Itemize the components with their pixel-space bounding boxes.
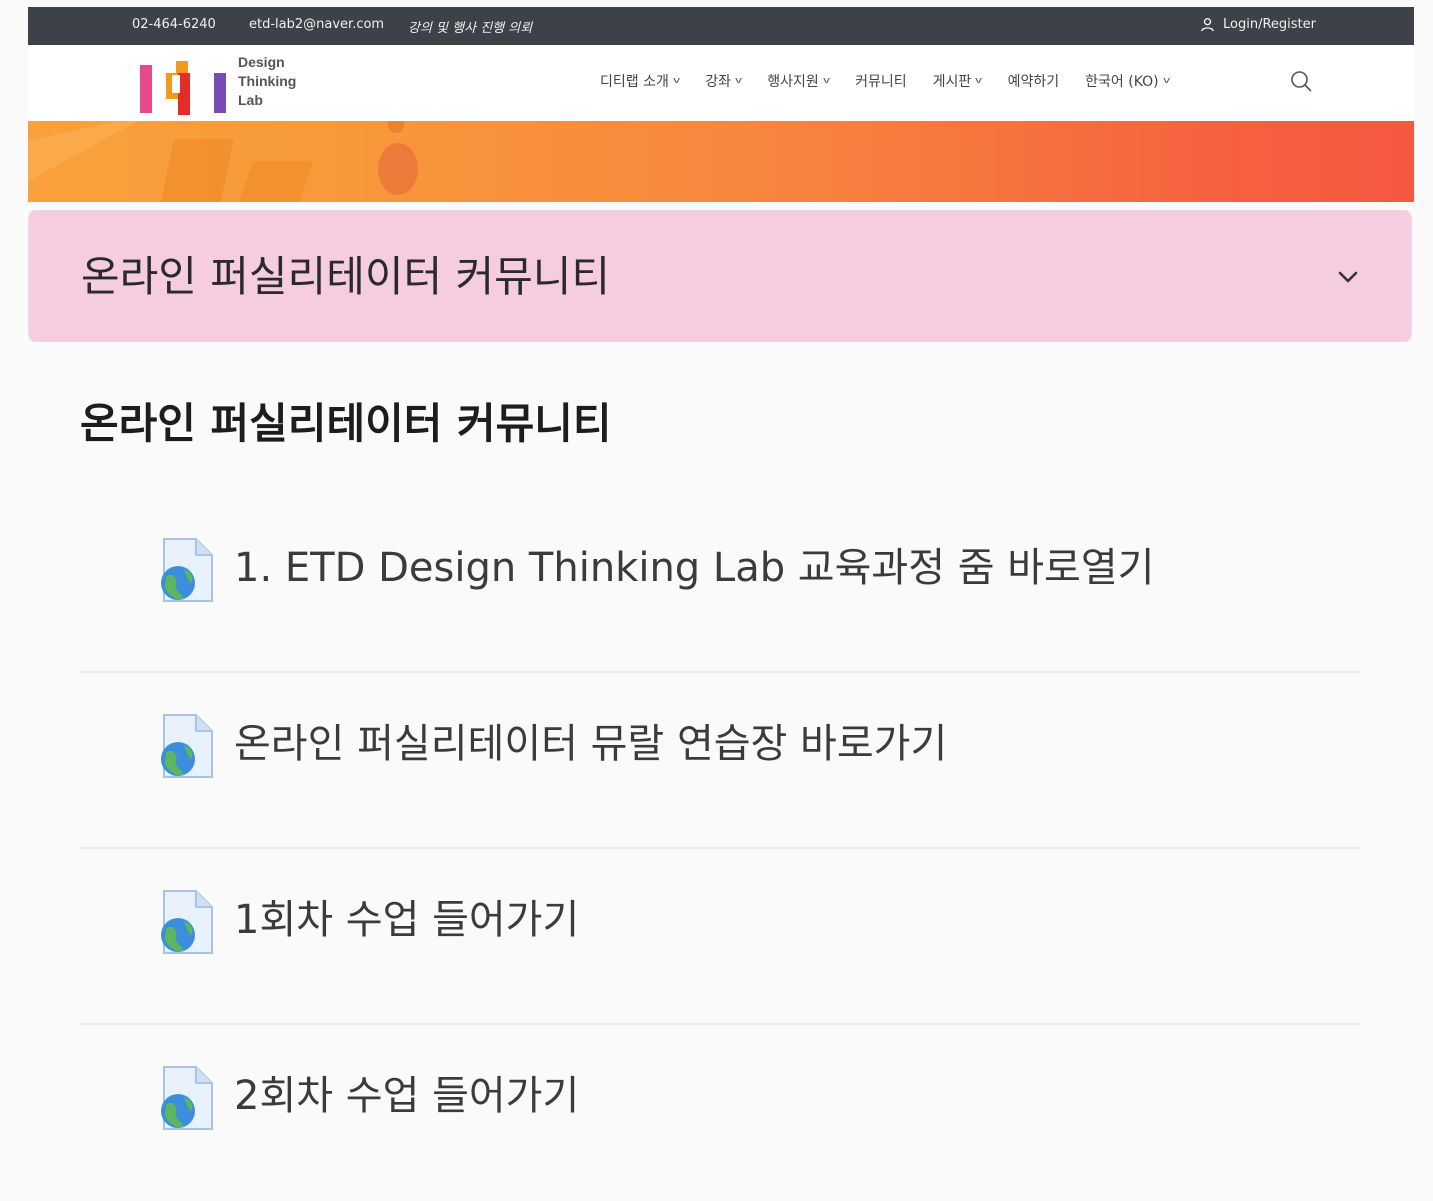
- logo-line-lab: Lab: [238, 92, 263, 108]
- request-link[interactable]: 강의 및 행사 진행 의뢰: [408, 17, 532, 36]
- activity-link[interactable]: 1. ETD Design Thinking Lab 교육과정 줌 바로열기: [234, 535, 1154, 593]
- banner-illustration: [28, 121, 418, 202]
- activity-item[interactable]: 1. ETD Design Thinking Lab 교육과정 줌 바로열기: [80, 497, 1360, 673]
- chevron-down-icon: v: [672, 76, 681, 86]
- nav-item-events[interactable]: 행사지원 v: [767, 71, 831, 91]
- user-icon: [1201, 17, 1214, 32]
- logo-mark: [140, 53, 232, 115]
- site-logo[interactable]: Design Thinking Lab: [140, 53, 296, 115]
- site-header: Design Thinking Lab 디티랩 소개 v 강좌 v 행사지원 v…: [28, 45, 1414, 121]
- nav-item-about[interactable]: 디티랩 소개 v: [600, 71, 681, 91]
- section-title: 온라인 퍼실리테이터 커뮤니티: [81, 252, 611, 301]
- phone-number: 02-464-6240: [132, 17, 216, 32]
- logo-line-design: Design: [238, 54, 285, 70]
- nav-item-label: 게시판: [932, 74, 972, 90]
- activity-item[interactable]: 1회차 수업 들어가기: [80, 849, 1360, 1025]
- activity-list: 1. ETD Design Thinking Lab 교육과정 줌 바로열기 온…: [80, 497, 1360, 1201]
- login-register-link[interactable]: Login/Register: [1200, 17, 1316, 32]
- chevron-down-icon: v: [1162, 76, 1171, 86]
- activity-item[interactable]: 온라인 퍼실리테이터 뮤랄 연습장 바로가기: [80, 673, 1360, 849]
- language-label: 한국어 (KO): [1085, 74, 1159, 90]
- logo-line-thinking: Thinking: [238, 73, 297, 89]
- activity-link[interactable]: 2회차 수업 들어가기: [234, 1063, 579, 1121]
- page-banner: [28, 121, 1414, 202]
- top-contact-bar: 02-464-6240 etd-lab2@naver.com 강의 및 행사 진…: [28, 7, 1414, 45]
- chevron-down-icon: v: [734, 76, 743, 86]
- logo-wordmark: Design Thinking Lab: [238, 53, 296, 110]
- main-navigation: 디티랩 소개 v 강좌 v 행사지원 v 커뮤니티 게시판 v 예약하기 한국어…: [600, 71, 1195, 91]
- nav-item-board[interactable]: 게시판 v: [932, 71, 983, 91]
- nav-item-booking[interactable]: 예약하기: [1008, 71, 1060, 91]
- page-frame: 02-464-6240 etd-lab2@naver.com 강의 및 행사 진…: [28, 7, 1414, 1130]
- nav-item-community[interactable]: 커뮤니티: [855, 71, 907, 91]
- chevron-down-icon: v: [975, 76, 983, 86]
- nav-item-label: 커뮤니티: [855, 74, 907, 90]
- language-selector[interactable]: 한국어 (KO) v: [1085, 71, 1171, 91]
- url-globe-icon: [161, 538, 213, 602]
- chevron-down-icon: v: [822, 76, 831, 86]
- page-title: 온라인 퍼실리테이터 커뮤니티: [80, 399, 612, 448]
- url-globe-icon: [161, 890, 213, 954]
- nav-item-label: 행사지원: [767, 74, 819, 90]
- email-link[interactable]: etd-lab2@naver.com: [249, 17, 384, 32]
- nav-item-courses[interactable]: 강좌 v: [705, 71, 743, 91]
- activity-link[interactable]: 1회차 수업 들어가기: [234, 887, 579, 945]
- url-globe-icon: [161, 714, 213, 778]
- nav-item-label: 강좌: [705, 74, 731, 90]
- activity-item[interactable]: 2회차 수업 들어가기: [80, 1025, 1360, 1201]
- chevron-down-icon[interactable]: [1334, 263, 1362, 291]
- login-register-label: Login/Register: [1223, 17, 1316, 32]
- search-icon[interactable]: [1289, 69, 1313, 93]
- nav-item-label: 디티랩 소개: [600, 74, 669, 90]
- nav-item-label: 예약하기: [1007, 74, 1060, 90]
- url-globe-icon: [161, 1066, 213, 1130]
- section-header[interactable]: 온라인 퍼실리테이터 커뮤니티: [28, 210, 1412, 342]
- activity-link[interactable]: 온라인 퍼실리테이터 뮤랄 연습장 바로가기: [234, 711, 947, 769]
